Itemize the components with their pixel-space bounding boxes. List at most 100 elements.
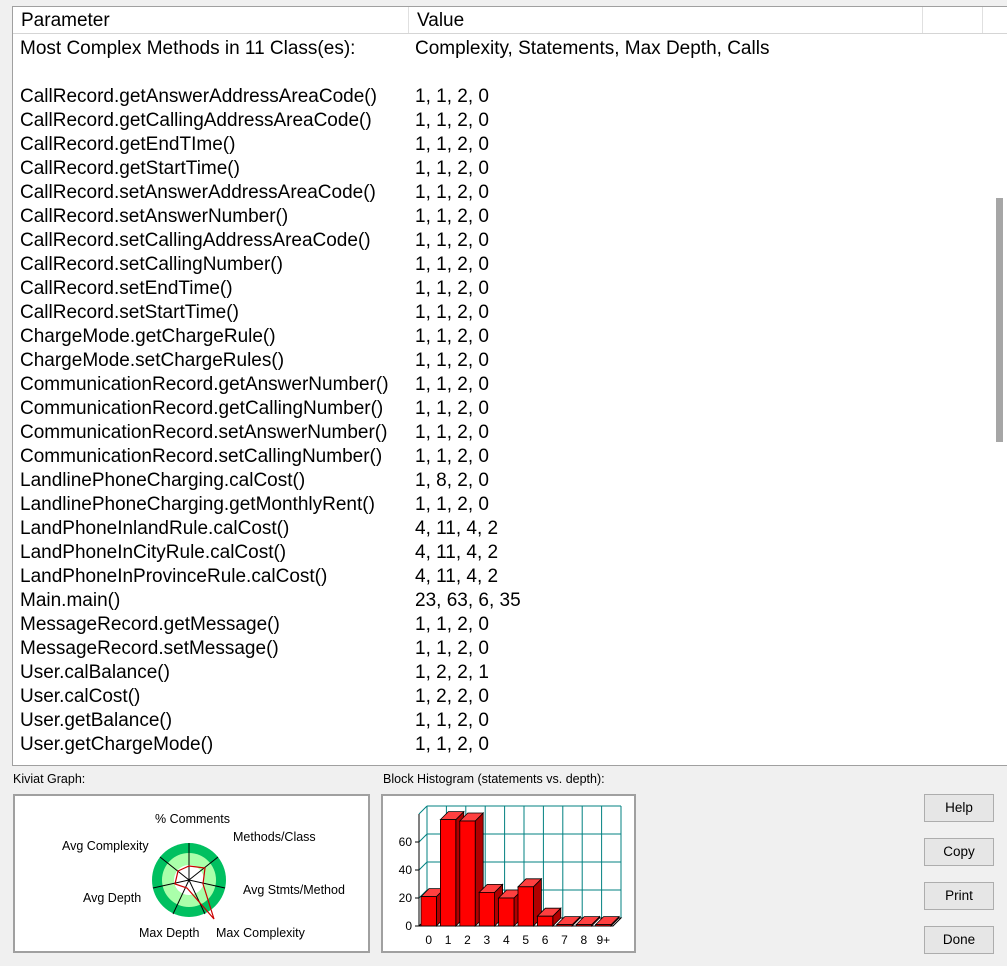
row-parameter: LandPhoneInCityRule.calCost() bbox=[20, 542, 287, 563]
row-value: 1, 1, 2, 0 bbox=[415, 86, 489, 107]
row-parameter: LandPhoneInProvinceRule.calCost() bbox=[20, 566, 328, 587]
row-value: Complexity, Statements, Max Depth, Calls bbox=[415, 38, 770, 59]
table-row[interactable]: CallRecord.setCallingAddressAreaCode() 1,… bbox=[13, 229, 983, 253]
x-tick-label: 3 bbox=[484, 933, 491, 947]
row-value: 4, 11, 4, 2 bbox=[415, 518, 499, 539]
table-row[interactable]: CommunicationRecord.setCallingNumber() 1,… bbox=[13, 445, 983, 469]
copy-button[interactable]: Copy bbox=[924, 838, 994, 866]
x-tick-label: 7 bbox=[561, 933, 568, 947]
row-parameter: CallRecord.getCallingAddressAreaCode() bbox=[20, 110, 372, 131]
table-row[interactable]: User.calBalance() 1, 2, 2, 1 bbox=[13, 661, 983, 685]
row-value: 1, 1, 2, 0 bbox=[415, 374, 489, 395]
row-parameter: User.getChargeMode() bbox=[20, 734, 214, 755]
row-value: 1, 1, 2, 0 bbox=[415, 254, 489, 275]
row-parameter: User.getBalance() bbox=[20, 710, 173, 731]
row-value: 1, 1, 2, 0 bbox=[415, 182, 489, 203]
histogram-bar bbox=[459, 820, 476, 927]
column-header-value[interactable]: Value bbox=[409, 7, 923, 33]
table-row[interactable]: ChargeMode.setChargeRules() 1, 1, 2, 0 bbox=[13, 349, 983, 373]
table-row[interactable]: Main.main() 23, 63, 6, 35 bbox=[13, 589, 983, 613]
column-header-filler bbox=[923, 7, 983, 33]
row-parameter: User.calCost() bbox=[20, 686, 141, 707]
table-row[interactable]: CallRecord.setCallingNumber() 1, 1, 2, 0 bbox=[13, 253, 983, 277]
x-tick-label: 8 bbox=[581, 933, 588, 947]
table-row[interactable]: CallRecord.getAnswerAddressAreaCode() 1, … bbox=[13, 85, 983, 109]
done-button[interactable]: Done bbox=[924, 926, 994, 954]
metrics-table[interactable]: Parameter Value Most Complex Methods in … bbox=[12, 6, 1007, 766]
row-value: 1, 1, 2, 0 bbox=[415, 422, 489, 443]
row-value: 1, 1, 2, 0 bbox=[415, 230, 489, 251]
table-row[interactable]: User.calCost() 1, 2, 2, 0 bbox=[13, 685, 983, 709]
row-parameter: CallRecord.setStartTime() bbox=[20, 302, 239, 323]
table-row[interactable]: ChargeMode.getChargeRule() 1, 1, 2, 0 bbox=[13, 325, 983, 349]
table-row[interactable]: MessageRecord.getMessage() 1, 1, 2, 0 bbox=[13, 613, 983, 637]
table-row[interactable]: CallRecord.getEndTIme() 1, 1, 2, 0 bbox=[13, 133, 983, 157]
row-value: 1, 2, 2, 1 bbox=[415, 662, 489, 683]
row-parameter: CommunicationRecord.setAnswerNumber() bbox=[20, 422, 388, 443]
row-parameter: CommunicationRecord.setCallingNumber() bbox=[20, 446, 383, 467]
table-row[interactable]: CallRecord.setAnswerNumber() 1, 1, 2, 0 bbox=[13, 205, 983, 229]
kiviat-label-comments: % Comments bbox=[155, 812, 230, 826]
y-tick-label: 20 bbox=[399, 891, 413, 905]
y-tick-label: 60 bbox=[399, 835, 413, 849]
table-row[interactable]: LandPhoneInProvinceRule.calCost() 4, 11, … bbox=[13, 565, 983, 589]
table-row[interactable]: User.getBalance() 1, 1, 2, 0 bbox=[13, 709, 983, 733]
row-value: 1, 1, 2, 0 bbox=[415, 134, 489, 155]
row-parameter: CallRecord.setAnswerNumber() bbox=[20, 206, 289, 227]
row-parameter: CallRecord.setCallingNumber() bbox=[20, 254, 283, 275]
table-row[interactable]: Most Complex Methods in 11 Class(es): Com… bbox=[13, 37, 983, 61]
table-row[interactable]: MessageRecord.setMessage() 1, 1, 2, 0 bbox=[13, 637, 983, 661]
print-button[interactable]: Print bbox=[924, 882, 994, 910]
y-tick-label: 0 bbox=[405, 919, 412, 933]
row-value: 1, 1, 2, 0 bbox=[415, 110, 489, 131]
kiviat-label-max-depth: Max Depth bbox=[139, 926, 199, 940]
table-row[interactable]: User.getChargeMode() 1, 1, 2, 0 bbox=[13, 733, 983, 757]
row-parameter: MessageRecord.getMessage() bbox=[20, 614, 280, 635]
row-value: 1, 1, 2, 0 bbox=[415, 446, 489, 467]
table-row[interactable]: CommunicationRecord.getCallingNumber() 1,… bbox=[13, 397, 983, 421]
table-row[interactable]: LandPhoneInCityRule.calCost() 4, 11, 4, 2 bbox=[13, 541, 983, 565]
table-header: Parameter Value bbox=[13, 7, 1007, 34]
grid-line bbox=[418, 861, 428, 871]
table-row[interactable]: CommunicationRecord.getAnswerNumber() 1, … bbox=[13, 373, 983, 397]
grid-line bbox=[418, 833, 428, 843]
kiviat-label-avg-depth: Avg Depth bbox=[83, 891, 141, 905]
table-row[interactable]: LandlinePhoneCharging.calCost() 1, 8, 2, … bbox=[13, 469, 983, 493]
row-value: 23, 63, 6, 35 bbox=[415, 590, 521, 611]
table-row[interactable]: CallRecord.setEndTime() 1, 1, 2, 0 bbox=[13, 277, 983, 301]
table-body: Most Complex Methods in 11 Class(es): Com… bbox=[13, 37, 983, 757]
x-tick-label: 1 bbox=[445, 933, 452, 947]
table-row[interactable] bbox=[13, 61, 983, 85]
histogram-bar bbox=[595, 924, 612, 927]
kiviat-graph: % Comments Methods/Class Avg Stmts/Metho… bbox=[62, 812, 345, 940]
help-button[interactable]: Help bbox=[924, 794, 994, 822]
row-parameter: CommunicationRecord.getCallingNumber() bbox=[20, 398, 384, 419]
row-value: 1, 1, 2, 0 bbox=[415, 302, 489, 323]
table-row[interactable]: CallRecord.setAnswerAddressAreaCode() 1, … bbox=[13, 181, 983, 205]
x-tick-label: 2 bbox=[464, 933, 471, 947]
block-histogram-panel: 0 20 40 60 0 1 2 3 4 5 6 7 8 9+ bbox=[381, 794, 636, 953]
row-value: 4, 11, 4, 2 bbox=[415, 542, 499, 563]
row-parameter: CallRecord.setCallingAddressAreaCode() bbox=[20, 230, 371, 251]
row-parameter: LandPhoneInlandRule.calCost() bbox=[20, 518, 290, 539]
x-tick-label: 6 bbox=[542, 933, 549, 947]
table-row[interactable]: CommunicationRecord.setAnswerNumber() 1, … bbox=[13, 421, 983, 445]
kiviat-graph-label: Kiviat Graph: bbox=[13, 772, 86, 786]
table-row[interactable]: CallRecord.setStartTime() 1, 1, 2, 0 bbox=[13, 301, 983, 325]
row-parameter: Main.main() bbox=[20, 590, 121, 611]
table-row[interactable]: CallRecord.getCallingAddressAreaCode() 1,… bbox=[13, 109, 983, 133]
table-row[interactable]: LandlinePhoneCharging.getMonthlyRent() 1,… bbox=[13, 493, 983, 517]
scrollbar-thumb[interactable] bbox=[996, 198, 1003, 442]
column-header-parameter[interactable]: Parameter bbox=[13, 7, 409, 33]
vertical-scrollbar[interactable] bbox=[990, 34, 1007, 765]
table-row[interactable]: CallRecord.getStartTime() 1, 1, 2, 0 bbox=[13, 157, 983, 181]
x-tick-label: 5 bbox=[522, 933, 529, 947]
row-parameter: CallRecord.getEndTIme() bbox=[20, 134, 236, 155]
table-row[interactable]: LandPhoneInlandRule.calCost() 4, 11, 4, 2 bbox=[13, 517, 983, 541]
histogram-bar bbox=[498, 897, 515, 927]
row-parameter: MessageRecord.setMessage() bbox=[20, 638, 279, 659]
row-parameter: CallRecord.getStartTime() bbox=[20, 158, 240, 179]
row-value: 1, 1, 2, 0 bbox=[415, 494, 489, 515]
kiviat-label-max-complexity: Max Complexity bbox=[216, 926, 306, 940]
histogram-bar bbox=[478, 892, 495, 927]
